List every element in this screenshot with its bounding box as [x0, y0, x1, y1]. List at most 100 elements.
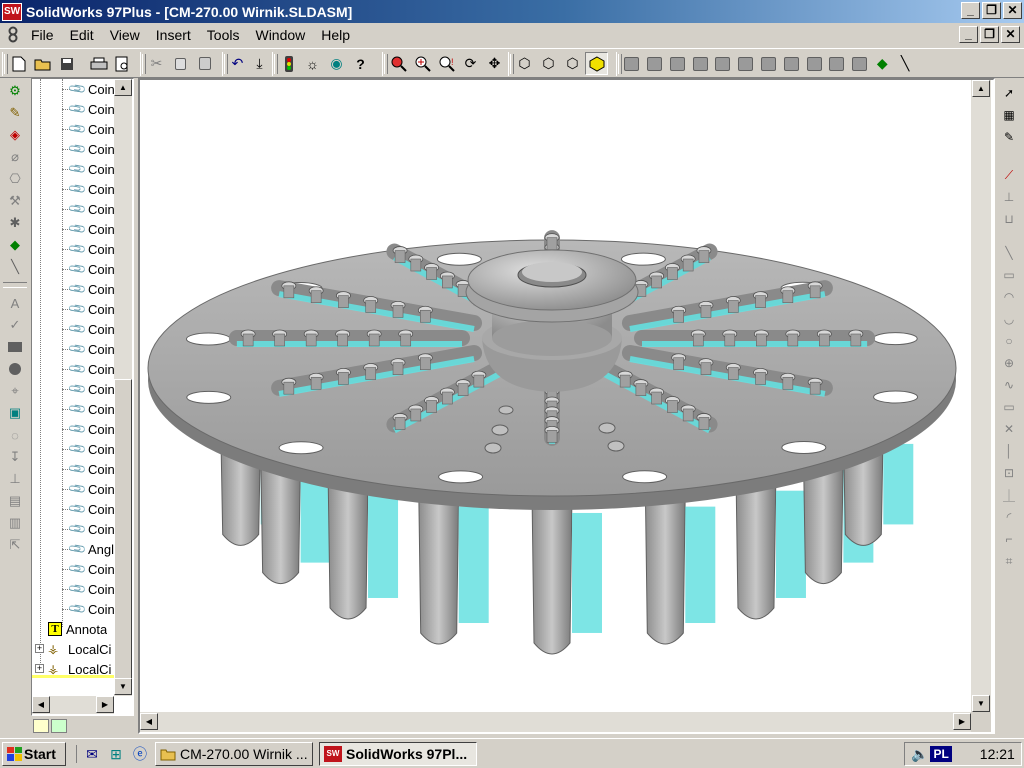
language-indicator[interactable]: PL: [930, 746, 952, 762]
graphics-area[interactable]: [138, 78, 995, 734]
fillet-icon[interactable]: ◜: [997, 506, 1021, 528]
print-preview-icon[interactable]: [111, 52, 134, 75]
assembly-tool-11-icon[interactable]: [849, 52, 871, 75]
impeller-model-view[interactable]: [140, 80, 993, 712]
doc-restore-button[interactable]: ❐: [980, 26, 999, 43]
tree-item-annotations[interactable]: T Annota: [48, 619, 107, 639]
start-button[interactable]: Start: [2, 741, 66, 766]
feature-tool-9-icon[interactable]: ╲: [3, 256, 27, 278]
assembly-document-icon[interactable]: [3, 25, 23, 45]
zoom-area-icon[interactable]: !: [435, 52, 458, 75]
tree-item-mate[interactable]: 📎 Coin: [67, 159, 115, 179]
hidden-lines-removed-icon[interactable]: ⬡: [561, 52, 584, 75]
rectangle-icon[interactable]: ▭: [997, 264, 1021, 286]
trim-icon[interactable]: ⌐: [997, 528, 1021, 550]
tree-item-mate[interactable]: 📎 Coin: [67, 279, 115, 299]
traffic-light-icon[interactable]: [277, 52, 300, 75]
options-icon[interactable]: ☼: [301, 52, 324, 75]
assembly-tool-3-icon[interactable]: [667, 52, 689, 75]
sketch-text-icon[interactable]: A: [3, 292, 27, 314]
graphics-scroll-left-icon[interactable]: ◀: [140, 713, 158, 730]
grid-icon[interactable]: ▦: [997, 104, 1021, 126]
tree-item-mate[interactable]: 📎 Coin: [67, 319, 115, 339]
menu-view[interactable]: View: [102, 25, 148, 45]
title-bar[interactable]: SW SolidWorks 97Plus - [CM-270.00 Wirnik…: [0, 0, 1024, 23]
new-document-icon[interactable]: [7, 52, 30, 75]
graphics-scroll-down-icon[interactable]: ▼: [972, 695, 990, 712]
sketch-annotation-icon[interactable]: ▣: [3, 402, 27, 424]
tree-item-mate[interactable]: 📎 Coin: [67, 559, 115, 579]
sketch-circle-icon[interactable]: [3, 358, 27, 380]
tree-scroll-left-icon[interactable]: ◀: [32, 696, 50, 713]
shaded-icon[interactable]: [585, 52, 608, 75]
rect-small-icon[interactable]: ▭: [997, 396, 1021, 418]
tree-item-mate[interactable]: 📎 Coin: [67, 419, 115, 439]
feature-tool-5-icon[interactable]: ⎔: [3, 168, 27, 190]
tree-item-mate[interactable]: 📎 Coin: [67, 79, 115, 99]
tree-item-mate[interactable]: 📎 Coin: [67, 459, 115, 479]
mirror-icon[interactable]: ⏊: [997, 484, 1021, 506]
tree-item-mate[interactable]: 📎 Coin: [67, 359, 115, 379]
doc-minimize-button[interactable]: _: [959, 26, 978, 43]
extend-icon[interactable]: ⌗: [997, 550, 1021, 572]
tree-item-mate[interactable]: 📎 Coin: [67, 399, 115, 419]
tree-item-mate[interactable]: 📎 Coin: [67, 179, 115, 199]
tree-scroll-right-icon[interactable]: ▶: [96, 696, 114, 713]
close-button[interactable]: ✕: [1003, 2, 1022, 19]
sketch-tool-9-icon[interactable]: ⊥: [3, 468, 27, 490]
assembly-tool-1-icon[interactable]: [621, 52, 643, 75]
offset-icon[interactable]: ⊡: [997, 462, 1021, 484]
menu-help[interactable]: Help: [313, 25, 358, 45]
tree-item-mate[interactable]: 📎 Coin: [67, 219, 115, 239]
feature-tool-3-icon[interactable]: ◈: [3, 124, 27, 146]
rotate-view-icon[interactable]: ⟳: [459, 52, 482, 75]
assembly-tool-6-icon[interactable]: [735, 52, 757, 75]
menu-file[interactable]: File: [23, 25, 62, 45]
graphics-horizontal-scrollbar[interactable]: ◀ ▶: [140, 712, 971, 732]
zoom-to-fit-icon[interactable]: [387, 52, 410, 75]
graphics-vertical-scrollbar[interactable]: ▲ ▼: [971, 80, 991, 712]
tree-vertical-scrollbar[interactable]: ▲ ▼: [114, 79, 132, 696]
tree-item-mate[interactable]: 📎 Coin: [67, 119, 115, 139]
web-globe-icon[interactable]: ◉: [325, 52, 348, 75]
tree-item-mate[interactable]: 📎 Coin: [67, 519, 115, 539]
feature-tree-panel[interactable]: 📎 Coin 📎 Coin 📎 Coin 📎 Coin 📎 Coin 📎 Coin 📎 Coin 📎 Coin…: [31, 78, 134, 716]
copy-icon[interactable]: [169, 52, 192, 75]
spline-icon[interactable]: ∿: [997, 374, 1021, 396]
tree-item-mate[interactable]: 📎 Coin: [67, 339, 115, 359]
sketch-tool-11-icon[interactable]: ▥: [3, 512, 27, 534]
vertical-line-icon[interactable]: │: [997, 440, 1021, 462]
relation-icon[interactable]: ⊥: [997, 186, 1021, 208]
tree-item-mate[interactable]: 📎 Coin: [67, 499, 115, 519]
zoom-in-icon[interactable]: [411, 52, 434, 75]
rebuild-down-icon[interactable]: ⤓: [249, 52, 270, 75]
graphics-scroll-right-icon[interactable]: ▶: [953, 713, 971, 730]
tree-item-local-pattern[interactable]: ⚶ LocalCi: [48, 639, 111, 659]
tree-item-mate[interactable]: 📎 Coin: [67, 259, 115, 279]
sketch-tool-8-icon[interactable]: ↧: [3, 446, 27, 468]
sketch-check-icon[interactable]: ✓: [3, 314, 27, 336]
sketch-pencil-icon[interactable]: ✎: [997, 126, 1021, 148]
feature-manager-tab-icon[interactable]: [33, 719, 49, 733]
tree-item-mate[interactable]: 📎 Angl: [67, 539, 114, 559]
sketch-line-icon[interactable]: ╲: [894, 52, 916, 75]
save-icon[interactable]: [55, 52, 78, 75]
feature-tool-6-icon[interactable]: ⚒: [3, 190, 27, 212]
select-arrow-icon[interactable]: ➚: [997, 82, 1021, 104]
solidworks-logo-icon[interactable]: SW: [2, 2, 22, 21]
tree-item-mate[interactable]: 📎 Coin: [67, 199, 115, 219]
doc-close-button[interactable]: ✕: [1001, 26, 1020, 43]
paste-icon[interactable]: [193, 52, 216, 75]
expand-icon[interactable]: +: [35, 664, 44, 673]
assembly-tool-10-icon[interactable]: [826, 52, 848, 75]
sketch-tool-12-icon[interactable]: ⇱: [3, 534, 27, 556]
feature-tool-2-icon[interactable]: ✎: [3, 102, 27, 124]
assembly-tool-4-icon[interactable]: [689, 52, 711, 75]
hidden-lines-gray-icon[interactable]: ⬡: [537, 52, 560, 75]
pan-icon[interactable]: ✥: [483, 52, 506, 75]
tree-item-mate[interactable]: 📎 Coin: [67, 579, 115, 599]
feature-tool-4-icon[interactable]: ⌀: [3, 146, 27, 168]
property-tab-icon[interactable]: [51, 719, 67, 733]
sketch-tool-7-icon[interactable]: ◌: [3, 424, 27, 446]
taskbar-solidworks-window[interactable]: SW SolidWorks 97Pl...: [319, 741, 477, 766]
